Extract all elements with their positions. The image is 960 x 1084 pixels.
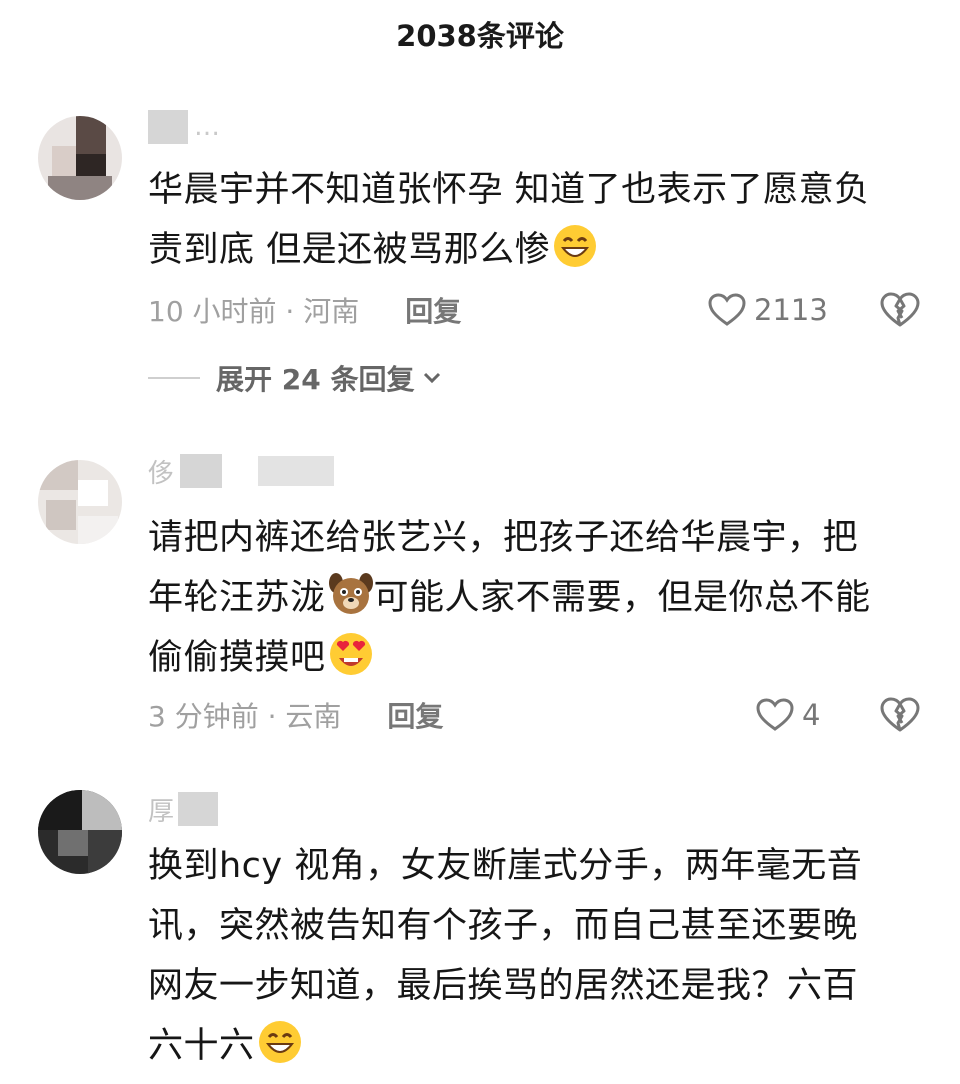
divider-line <box>148 377 200 379</box>
heart-icon <box>756 698 794 731</box>
comment-text: 换到hcy 视角，女友断崖式分手，两年毫无音 讯，突然被告知有个孩子，而自己甚至… <box>148 846 863 1066</box>
grinning-face-icon <box>257 1019 303 1065</box>
dislike-button[interactable] <box>880 695 920 735</box>
username[interactable]: 侈 <box>148 452 335 490</box>
like-count: 4 <box>802 698 821 732</box>
time-location: 3 分钟前 · 云南 <box>148 700 342 733</box>
grinning-face-icon <box>552 223 598 269</box>
avatar[interactable] <box>38 790 122 874</box>
broken-heart-icon <box>880 697 920 732</box>
avatar[interactable] <box>38 460 122 544</box>
reply-button[interactable]: 回复 <box>387 695 443 735</box>
comment-text: 华晨宇并不知道张怀孕 知道了也表示了愿意负 责到底 但是还被骂那么惨 <box>148 170 870 270</box>
like-button[interactable]: 4 <box>756 695 820 735</box>
username-redacted <box>178 792 219 826</box>
username-redacted <box>258 456 335 486</box>
heart-eyes-face-icon <box>328 631 374 677</box>
username[interactable]: 厚 <box>148 790 219 828</box>
username[interactable]: … <box>148 108 220 146</box>
broken-heart-icon <box>880 292 920 327</box>
username-redacted <box>180 454 223 488</box>
username-redacted <box>148 110 188 144</box>
reply-button[interactable]: 回复 <box>405 290 461 330</box>
heart-icon <box>708 293 746 326</box>
avatar[interactable] <box>38 116 122 200</box>
comment-count-title: 2038条评论 <box>396 19 564 53</box>
chevron-down-icon <box>424 372 441 384</box>
time-location: 10 小时前 · 河南 <box>148 295 360 328</box>
comment-meta: 3 分钟前 · 云南 回复 <box>148 695 443 735</box>
dog-face-icon <box>328 571 374 617</box>
expand-replies-button[interactable]: 展开 24 条回复 <box>148 358 442 398</box>
comment-meta: 10 小时前 · 河南 回复 <box>148 290 461 330</box>
like-button[interactable]: 2113 <box>708 290 828 330</box>
like-count: 2113 <box>754 293 828 327</box>
comment-text: 请把内裤还给张艺兴，把孩子还给华晨宇，把 年轮汪苏泷 可能人家不需要，但是你总不… <box>148 518 871 678</box>
dislike-button[interactable] <box>880 290 920 330</box>
